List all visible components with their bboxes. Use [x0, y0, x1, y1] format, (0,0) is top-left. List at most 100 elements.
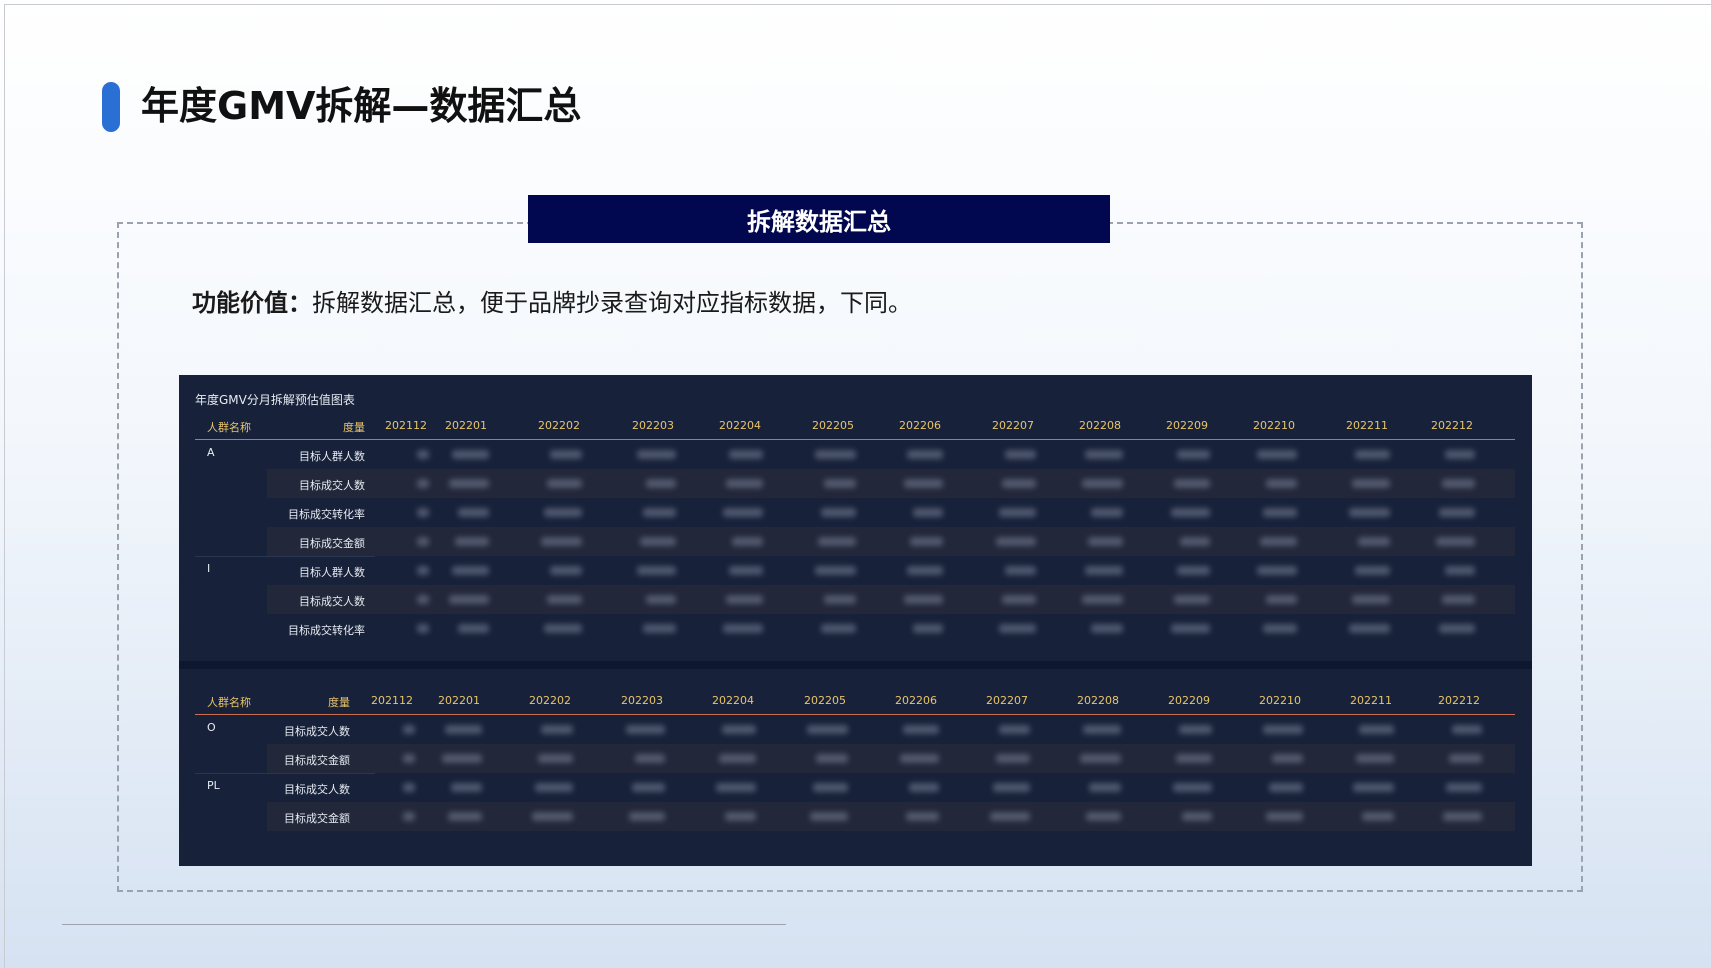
blurred-value-cell — [913, 624, 943, 633]
title-accent-bar — [102, 82, 120, 132]
blurred-value-cell — [1263, 624, 1297, 633]
blurred-value-cell — [640, 537, 676, 546]
blurred-value-cell — [990, 812, 1030, 821]
table-row: 目标成交转化率 — [195, 498, 1515, 527]
blurred-value-cell — [442, 754, 482, 763]
header-month: 202209 — [1168, 694, 1210, 707]
group-name: I — [207, 562, 211, 575]
blurred-value-cell — [646, 595, 676, 604]
blurred-value-cell — [1352, 479, 1390, 488]
header-month: 202211 — [1346, 419, 1388, 432]
blurred-value-cell — [1091, 508, 1123, 517]
blurred-value-cell — [403, 725, 415, 734]
blurred-value-cell — [1266, 479, 1297, 488]
blurred-value-cell — [1083, 725, 1121, 734]
blurred-value-cell — [1446, 783, 1482, 792]
blurred-value-cell — [417, 508, 429, 517]
table-body: A 目标人群人数 目标成交人数 目标成交转化率 目标成交金额 I 目标人群人数 目标成交人数目… — [195, 440, 1515, 643]
blurred-value-cell — [1358, 537, 1390, 546]
blurred-value-cell — [1002, 479, 1036, 488]
blurred-value-cell — [907, 450, 943, 459]
blurred-value-cell — [807, 725, 848, 734]
blurred-value-cell — [1086, 812, 1121, 821]
table-body: O 目标成交人数 目标成交金额 PL 目标成交人数 目标成交金额 — [195, 715, 1515, 831]
blurred-value-cell — [544, 624, 582, 633]
table-row: 目标成交人数 — [195, 585, 1515, 614]
blurred-value-cell — [1005, 566, 1036, 575]
function-value-label: 功能价值： — [192, 289, 312, 317]
metric-name: 目标成交金额 — [284, 754, 350, 767]
blurred-value-cell — [824, 479, 856, 488]
blurred-value-cell — [1091, 624, 1123, 633]
blurred-value-cell — [1436, 537, 1475, 546]
blurred-value-cell — [813, 783, 848, 792]
blurred-value-cell — [725, 812, 756, 821]
blurred-value-cell — [723, 508, 763, 517]
blurred-value-cell — [1269, 783, 1303, 792]
blurred-value-cell — [1174, 595, 1210, 604]
blurred-value-cell — [417, 537, 429, 546]
table-row: O 目标成交人数 — [195, 715, 1515, 744]
blurred-value-cell — [547, 595, 582, 604]
table-row: A 目标人群人数 — [195, 440, 1515, 469]
blurred-value-cell — [909, 783, 939, 792]
blurred-value-cell — [716, 783, 756, 792]
header-month: 202211 — [1350, 694, 1392, 707]
blurred-value-cell — [550, 566, 582, 575]
blurred-value-cell — [824, 595, 856, 604]
blurred-value-cell — [458, 508, 489, 517]
blurred-value-cell — [417, 450, 429, 459]
blurred-value-cell — [907, 566, 943, 575]
blurred-value-cell — [999, 508, 1036, 517]
blurred-value-cell — [403, 754, 415, 763]
header-month: 202210 — [1253, 419, 1295, 432]
blurred-value-cell — [643, 624, 676, 633]
blurred-value-cell — [816, 754, 848, 763]
group-name: PL — [207, 779, 220, 792]
function-value-text: 拆解数据汇总，便于品牌抄录查询对应指标数据，下同。 — [312, 289, 912, 317]
header-month: 202212 — [1438, 694, 1480, 707]
blurred-value-cell — [541, 537, 582, 546]
metric-name: 目标成交金额 — [299, 537, 365, 550]
blurred-value-cell — [1085, 566, 1123, 575]
blurred-value-cell — [403, 783, 415, 792]
blurred-value-cell — [635, 754, 665, 763]
panel-divider — [179, 661, 1532, 669]
blurred-value-cell — [1088, 537, 1123, 546]
metric-name: 目标成交转化率 — [288, 624, 365, 637]
blurred-value-cell — [643, 508, 676, 517]
table-row: 目标成交转化率 — [195, 614, 1515, 643]
blurred-value-cell — [629, 812, 665, 821]
blurred-value-cell — [547, 479, 582, 488]
header-month: 202210 — [1259, 694, 1301, 707]
blurred-value-cell — [1174, 479, 1210, 488]
footer-divider — [62, 924, 786, 925]
metric-name: 目标成交人数 — [299, 479, 365, 492]
header-month: 202201 — [445, 419, 487, 432]
blurred-value-cell — [815, 450, 856, 459]
blurred-value-cell — [403, 812, 415, 821]
blurred-value-cell — [1353, 783, 1394, 792]
table-row: PL 目标成交人数 — [195, 773, 1515, 802]
blurred-value-cell — [449, 479, 489, 488]
blurred-value-cell — [452, 450, 489, 459]
blurred-value-cell — [1349, 508, 1390, 517]
blurred-value-cell — [723, 624, 763, 633]
blurred-value-cell — [1439, 508, 1475, 517]
blurred-value-cell — [1257, 566, 1297, 575]
header-month: 202203 — [632, 419, 674, 432]
blurred-value-cell — [900, 754, 939, 763]
blurred-value-cell — [913, 508, 943, 517]
blurred-value-cell — [815, 566, 856, 575]
blurred-value-cell — [637, 450, 676, 459]
blurred-value-cell — [532, 812, 573, 821]
header-month: 202112 — [371, 694, 413, 707]
blurred-value-cell — [1445, 566, 1475, 575]
table-header: 人群名称 度量 202112 202201 202202 202203 202204 2022… — [195, 415, 1515, 440]
blurred-value-cell — [1005, 450, 1036, 459]
group-name: A — [207, 446, 215, 459]
blurred-value-cell — [1442, 595, 1475, 604]
metric-name: 目标成交转化率 — [288, 508, 365, 521]
table-row: I 目标人群人数 — [195, 556, 1515, 585]
blurred-value-cell — [452, 566, 489, 575]
